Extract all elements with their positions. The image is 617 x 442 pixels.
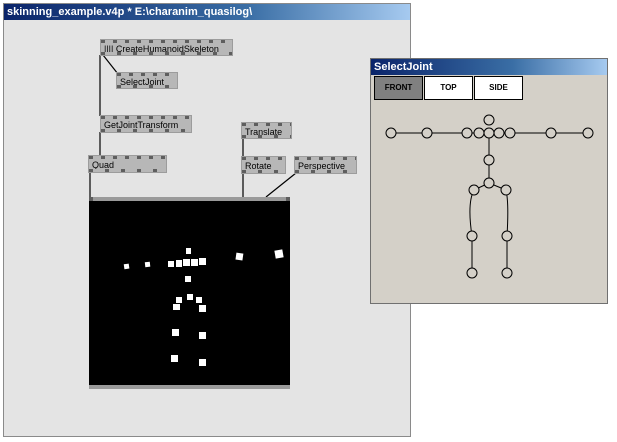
select-joint-label: SelectJoint: [120, 77, 165, 87]
joint-knee-left: [466, 230, 478, 242]
joint-clavicle-left: [473, 127, 485, 139]
quad-mark: [144, 261, 151, 268]
select-joint-window-title[interactable]: SelectJoint: [371, 59, 607, 75]
joint-hand-left: [385, 127, 397, 139]
quad-mark: [199, 305, 206, 312]
get-joint-transform-label: GetJointTransform: [104, 120, 179, 130]
quad-mark: [187, 294, 193, 300]
joint-neck: [483, 127, 495, 139]
joint-spine: [483, 154, 495, 166]
quad-mark: [183, 259, 190, 266]
joint-head: [483, 114, 495, 126]
quad-mark: [199, 332, 206, 339]
translate-label: Translate: [245, 127, 283, 137]
joint-shoulder-left: [461, 127, 473, 139]
quad-mark: [274, 249, 284, 259]
renderer-canvas[interactable]: [89, 197, 290, 389]
joint-foot-left: [466, 267, 478, 279]
tab-front[interactable]: FRONT: [374, 76, 423, 100]
create-skeleton-node[interactable]: |||| CreateHumanoidSkeleton: [100, 39, 233, 56]
quad-mark: [171, 355, 178, 362]
perspective-label: Perspective: [298, 161, 346, 171]
quad-mark: [185, 276, 191, 282]
rendered-quads: [123, 248, 284, 366]
joint-hip-left: [468, 184, 480, 196]
skeleton-view[interactable]: [371, 103, 609, 303]
tab-front-label: FRONT: [384, 83, 413, 92]
joint-clavicle-right: [493, 127, 505, 139]
tab-side[interactable]: SIDE: [474, 76, 523, 100]
quad-mark: [176, 297, 182, 303]
quad-node[interactable]: Quad: [88, 155, 167, 173]
quad-mark: [123, 263, 130, 270]
joint-elbow-right: [545, 127, 557, 139]
quad-mark: [196, 297, 202, 303]
joint-hand-right: [582, 127, 594, 139]
create-skeleton-label: |||| CreateHumanoidSkeleton: [104, 44, 219, 54]
rotate-label: Rotate: [245, 161, 272, 171]
joint-hip-right: [500, 184, 512, 196]
get-joint-transform-node[interactable]: GetJointTransform: [100, 115, 192, 133]
quad-mark: [172, 329, 179, 336]
joint-shoulder-right: [504, 127, 516, 139]
tab-side-label: SIDE: [489, 83, 508, 92]
joint-elbow-left: [421, 127, 433, 139]
quad-mark: [186, 248, 191, 254]
tab-top-label: TOP: [440, 83, 457, 92]
select-joint-node[interactable]: SelectJoint: [116, 72, 178, 89]
quad-mark: [199, 258, 206, 265]
quad-mark: [191, 259, 198, 266]
rotate-node[interactable]: Rotate: [241, 156, 286, 174]
patch-window: skinning_example.v4p * E:\charanim_quasi…: [3, 3, 411, 437]
quad-mark: [176, 260, 182, 267]
select-joint-window: SelectJoint FRONT TOP SIDE: [370, 58, 608, 304]
joint-foot-right: [501, 267, 513, 279]
quad-label: Quad: [92, 160, 115, 170]
tab-top[interactable]: TOP: [424, 76, 473, 100]
quad-mark: [235, 252, 244, 261]
link-perspective-renderer: [265, 172, 297, 198]
quad-mark: [173, 304, 180, 310]
joint-knee-right: [501, 230, 513, 242]
joint-pelvis: [483, 177, 495, 189]
translate-node[interactable]: Translate: [241, 122, 292, 139]
perspective-node[interactable]: Perspective: [294, 156, 357, 174]
quad-mark: [199, 359, 206, 366]
quad-mark: [168, 261, 174, 267]
